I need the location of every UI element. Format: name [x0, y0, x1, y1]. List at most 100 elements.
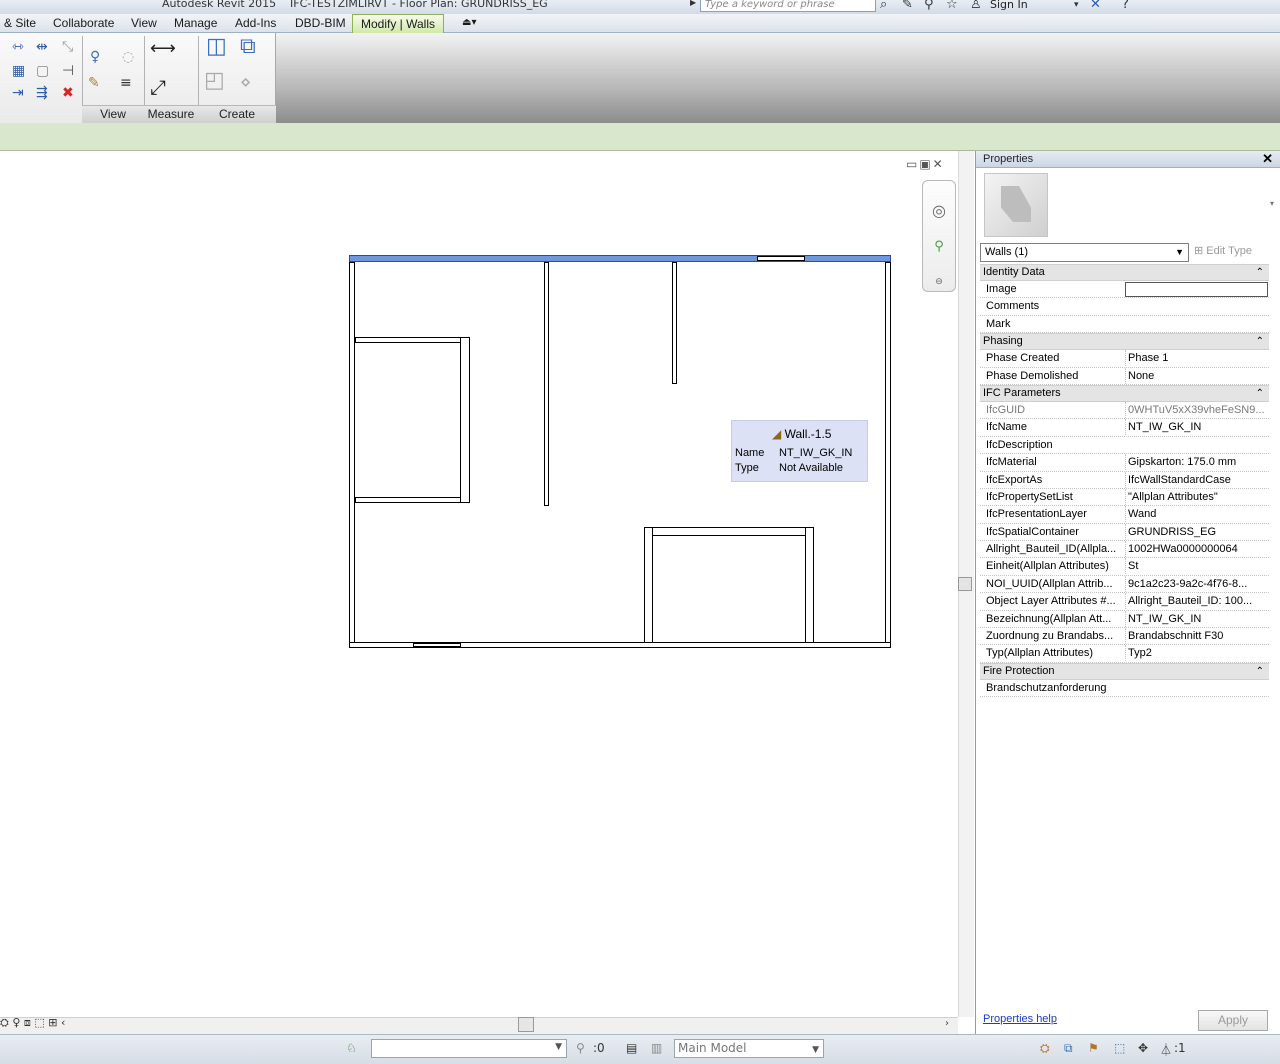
- select-by-face-icon[interactable]: ⬚: [1114, 1041, 1125, 1055]
- design-option-select[interactable]: Main Model ▼: [674, 1039, 824, 1058]
- user-icon[interactable]: ♙: [970, 0, 982, 12]
- measure-icon[interactable]: ⤢: [150, 77, 166, 97]
- collapse-icon[interactable]: ⌃: [1256, 265, 1264, 280]
- close-icon[interactable]: ✕: [1262, 151, 1273, 167]
- aligned-dimension-icon[interactable]: ⟷: [150, 40, 176, 58]
- override-graphics-icon[interactable]: ◌: [122, 50, 134, 64]
- properties-help-link[interactable]: Properties help: [983, 1013, 1057, 1025]
- interior-wall[interactable]: [544, 262, 549, 506]
- split-icon[interactable]: ⇥: [12, 86, 24, 100]
- horizontal-scrollbar[interactable]: [0, 1017, 958, 1034]
- temporary-hide-icon[interactable]: ⬚: [34, 1016, 44, 1029]
- communication-icon[interactable]: ⚲: [924, 0, 934, 12]
- property-group-header[interactable]: Phasing ⌃: [980, 333, 1269, 351]
- sun-path-icon[interactable]: ♀: [12, 1016, 20, 1029]
- interior-wall[interactable]: [355, 337, 470, 343]
- interior-wall[interactable]: [460, 337, 470, 503]
- scale-icon[interactable]: ▢: [36, 64, 49, 78]
- delete-icon[interactable]: ✖: [62, 86, 74, 100]
- interior-wall[interactable]: [644, 527, 814, 536]
- subscription-icon[interactable]: ✎: [902, 0, 913, 12]
- selected-wall[interactable]: [349, 255, 891, 262]
- zoom-icon[interactable]: ⚲: [923, 239, 955, 254]
- favorites-icon[interactable]: ☆: [946, 0, 958, 12]
- property-value[interactable]: NT_IW_GK_IN: [1125, 610, 1268, 627]
- property-group-header[interactable]: Fire Protection ⌃: [980, 662, 1269, 680]
- editable-only-icon[interactable]: ⚲: [576, 1041, 585, 1055]
- workset-select[interactable]: ▼: [371, 1039, 567, 1058]
- pin-icon[interactable]: ⊣: [62, 64, 74, 78]
- property-value[interactable]: IfcWallStandardCase: [1125, 471, 1268, 488]
- sign-in-button[interactable]: Sign In: [990, 0, 1028, 11]
- property-value[interactable]: 1002HWa0000000064: [1125, 541, 1268, 558]
- collapse-icon[interactable]: ⌃: [1256, 664, 1264, 679]
- offset-icon[interactable]: ⇹: [36, 40, 48, 54]
- filter-icon[interactable]: ⏃: [1160, 1041, 1172, 1058]
- ribbon-minimize-icon[interactable]: ⏏▾: [462, 17, 476, 28]
- select-pinned-icon[interactable]: ⚑: [1088, 1041, 1099, 1055]
- search-expand-icon[interactable]: ▶: [690, 0, 696, 7]
- worksets-icon[interactable]: ♘: [346, 1041, 357, 1055]
- create-assembly-icon[interactable]: ◫: [206, 36, 227, 58]
- scroll-right-icon[interactable]: ›: [945, 1018, 949, 1029]
- linework-icon[interactable]: ✎: [88, 76, 100, 90]
- tab-modify-walls[interactable]: Modify | Walls: [352, 14, 445, 34]
- tab-site[interactable]: & Site: [4, 16, 36, 30]
- wall-left[interactable]: [349, 262, 355, 648]
- create-parts-icon[interactable]: ⧉: [240, 36, 256, 58]
- hide-element-icon[interactable]: ♀: [90, 50, 100, 64]
- property-value[interactable]: 9c1a2c23-9a2c-4f76-8...: [1125, 575, 1268, 592]
- align-icon[interactable]: ⇿: [12, 40, 24, 54]
- tab-collaborate[interactable]: Collaborate: [53, 16, 114, 30]
- property-value[interactable]: [1125, 282, 1268, 297]
- help-icon[interactable]: ?: [1122, 0, 1129, 12]
- type-image[interactable]: [984, 173, 1048, 237]
- exclude-options-icon[interactable]: ▥: [651, 1041, 662, 1055]
- design-options-icon[interactable]: ▤: [626, 1041, 637, 1055]
- property-value[interactable]: Allright_Bauteil_ID: 100...: [1125, 593, 1268, 610]
- property-group-header[interactable]: Identity Data ⌃: [980, 264, 1269, 281]
- trim-icon[interactable]: ⇶: [36, 86, 48, 100]
- property-value[interactable]: Wand: [1125, 506, 1268, 523]
- collapse-icon[interactable]: ⌃: [1256, 334, 1264, 349]
- property-value[interactable]: "Allplan Attributes": [1125, 488, 1268, 505]
- instance-filter-select[interactable]: Walls (1) ▼: [980, 243, 1189, 262]
- vertical-scroll-thumb[interactable]: [958, 577, 972, 591]
- array-icon[interactable]: ▦: [12, 64, 25, 78]
- property-value[interactable]: Phase 1: [1125, 350, 1268, 367]
- horizontal-scroll-thumb[interactable]: [518, 1017, 534, 1032]
- property-value[interactable]: GRUNDRISS_EG: [1125, 523, 1268, 540]
- sign-in-dropdown-icon[interactable]: ▾: [1074, 0, 1079, 10]
- edit-type-button[interactable]: ⊞ Edit Type: [1194, 244, 1252, 257]
- thin-lines-icon[interactable]: ≡: [120, 76, 132, 90]
- wall-right[interactable]: [885, 262, 891, 648]
- tab-view[interactable]: View: [131, 16, 157, 30]
- tab-manage[interactable]: Manage: [174, 16, 217, 30]
- drag-on-selection-icon[interactable]: ✥: [1138, 1041, 1148, 1055]
- interior-wall[interactable]: [355, 497, 470, 503]
- tab-add-ins[interactable]: Add-Ins: [235, 16, 276, 30]
- property-value[interactable]: None: [1125, 367, 1268, 384]
- view-window-controls[interactable]: ▭▣✕: [906, 157, 945, 171]
- property-value[interactable]: NT_IW_GK_IN: [1125, 419, 1268, 436]
- property-group-header[interactable]: IFC Parameters ⌃: [980, 384, 1269, 402]
- create-similar-icon[interactable]: ⋄: [240, 74, 251, 92]
- property-value[interactable]: Typ2: [1125, 645, 1268, 662]
- interior-wall[interactable]: [805, 527, 814, 643]
- navigation-bar[interactable]: ◎ ⚲ ⊖: [922, 180, 956, 292]
- property-value[interactable]: Brandabschnitt F30: [1125, 628, 1268, 645]
- exchange-apps-icon[interactable]: ✕: [1090, 0, 1101, 12]
- steering-wheel-icon[interactable]: ◎: [923, 201, 955, 220]
- scroll-left-icon[interactable]: ‹: [61, 1016, 65, 1029]
- select-links-icon[interactable]: ⛭: [1040, 1041, 1050, 1056]
- binoculars-icon[interactable]: ⌕: [880, 0, 887, 12]
- nav-bar-close-icon[interactable]: ⊖: [923, 277, 955, 287]
- search-input[interactable]: Type a keyword or phrase: [700, 0, 876, 12]
- crop-view-icon[interactable]: ⧈: [24, 1016, 31, 1029]
- collapse-icon[interactable]: ⌃: [1256, 386, 1264, 401]
- create-group-icon[interactable]: ◰: [204, 70, 225, 92]
- interior-wall[interactable]: [672, 262, 677, 384]
- property-value[interactable]: St: [1125, 558, 1268, 575]
- reveal-hidden-icon[interactable]: ⊞: [48, 1016, 57, 1029]
- tab-dbd-bim[interactable]: DBD-BIM: [295, 16, 346, 30]
